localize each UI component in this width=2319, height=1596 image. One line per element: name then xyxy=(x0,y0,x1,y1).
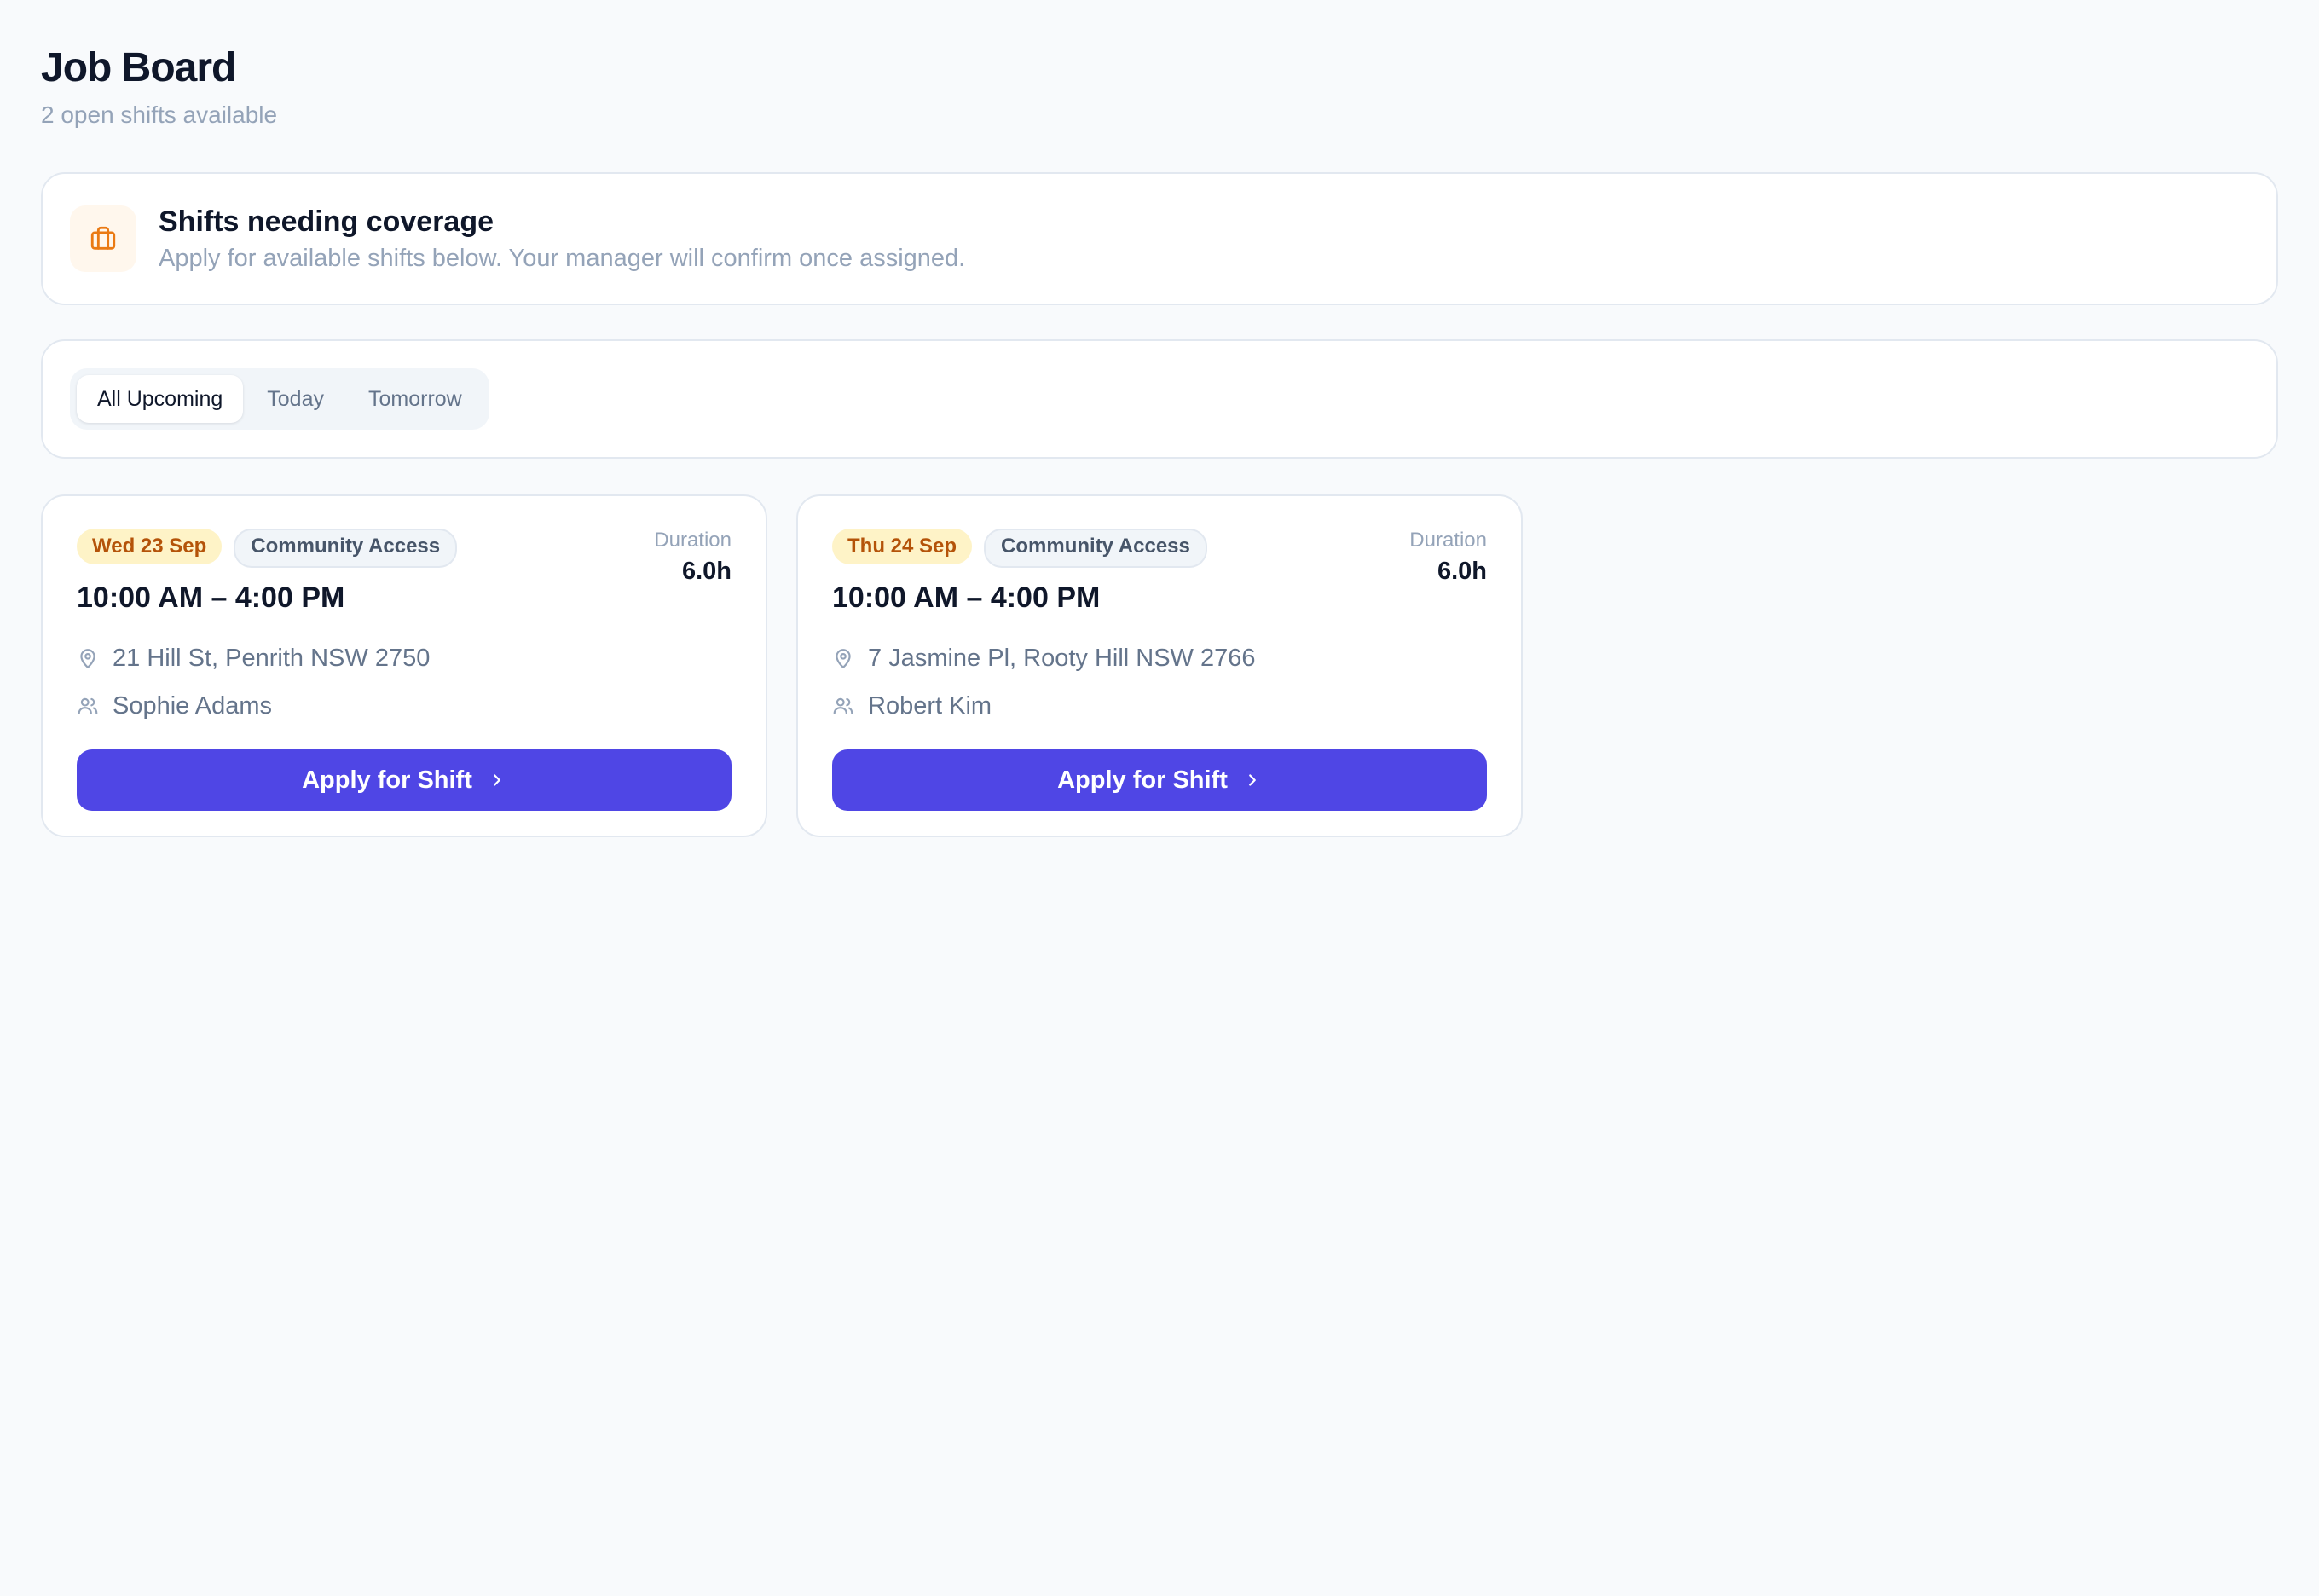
briefcase-icon xyxy=(70,205,136,272)
tab-all-upcoming[interactable]: All Upcoming xyxy=(77,375,244,423)
chevron-right-icon xyxy=(493,774,500,786)
chevron-right-icon xyxy=(1248,774,1256,786)
page-subtitle: 2 open shifts available xyxy=(41,101,278,128)
shift-time: 10:00 AM – 4:00 PM xyxy=(77,581,345,614)
job-board-page: Job Board 2 open shifts available Shifts… xyxy=(0,0,2319,837)
map-pin-icon xyxy=(80,649,95,668)
shift-card: Thu 24 Sep Community Access Duration 6.0… xyxy=(796,494,1523,837)
shift-type-badge: Community Access xyxy=(984,529,1207,568)
map-pin-icon xyxy=(836,649,851,668)
duration-block: Duration 6.0h xyxy=(1409,529,1487,586)
date-filter-tabs: All Upcoming Today Tomorrow xyxy=(70,368,489,430)
shift-address: 7 Jasmine Pl, Rooty Hill NSW 2766 xyxy=(832,644,1487,673)
duration-value: 6.0h xyxy=(1437,558,1487,585)
tab-today[interactable]: Today xyxy=(246,375,344,423)
users-icon xyxy=(78,697,98,714)
shift-list: Wed 23 Sep Community Access Duration 6.0… xyxy=(41,494,2278,837)
duration-label: Duration xyxy=(1409,529,1487,552)
page-title: Job Board xyxy=(41,45,236,90)
shift-client: Sophie Adams xyxy=(77,691,732,720)
shift-type-badge: Community Access xyxy=(234,529,458,568)
date-badge: Thu 24 Sep xyxy=(832,529,973,564)
client-name: Sophie Adams xyxy=(113,692,273,720)
date-badge: Wed 23 Sep xyxy=(77,529,223,564)
tab-tomorrow[interactable]: Tomorrow xyxy=(348,375,483,423)
shift-time: 10:00 AM – 4:00 PM xyxy=(832,581,1101,614)
duration-block: Duration 6.0h xyxy=(654,529,732,586)
apply-for-shift-button[interactable]: Apply for Shift xyxy=(832,749,1487,811)
users-icon xyxy=(833,697,853,714)
apply-button-label: Apply for Shift xyxy=(1057,766,1228,794)
coverage-title: Shifts needing coverage xyxy=(159,205,494,238)
filter-bar: All Upcoming Today Tomorrow xyxy=(41,339,2278,459)
duration-label: Duration xyxy=(654,529,732,552)
address-text: 21 Hill St, Penrith NSW 2750 xyxy=(113,645,431,672)
apply-button-label: Apply for Shift xyxy=(302,766,472,794)
address-text: 7 Jasmine Pl, Rooty Hill NSW 2766 xyxy=(868,645,1256,672)
client-name: Robert Kim xyxy=(868,692,992,720)
shift-address: 21 Hill St, Penrith NSW 2750 xyxy=(77,644,732,673)
shift-client: Robert Kim xyxy=(832,691,1487,720)
coverage-banner: Shifts needing coverage Apply for availa… xyxy=(41,172,2278,305)
coverage-description: Apply for available shifts below. Your m… xyxy=(159,245,966,272)
shift-card: Wed 23 Sep Community Access Duration 6.0… xyxy=(41,494,767,837)
duration-value: 6.0h xyxy=(681,558,732,585)
apply-for-shift-button[interactable]: Apply for Shift xyxy=(77,749,732,811)
